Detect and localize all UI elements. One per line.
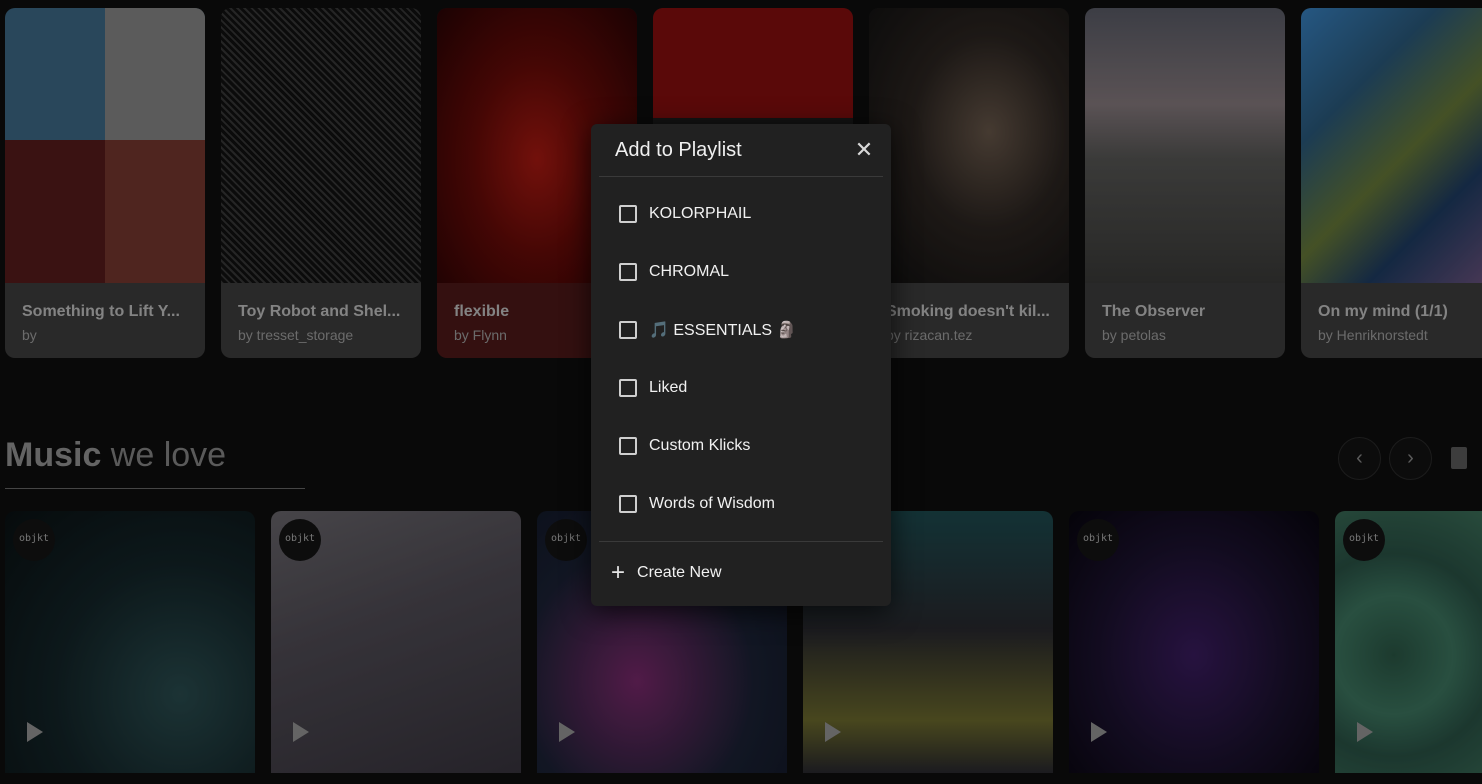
checkbox[interactable] [619, 437, 637, 455]
playlist-option[interactable]: Custom Klicks [619, 434, 750, 458]
playlist-label: Words of Wisdom [649, 495, 775, 512]
playlist-label: 🎵 ESSENTIALS 🗿 [649, 322, 797, 339]
playlist-label: CHROMAL [649, 263, 730, 280]
create-new-button[interactable]: + Create New [611, 561, 722, 585]
plus-icon: + [611, 559, 626, 586]
checkbox[interactable] [619, 321, 637, 339]
playlist-label: Custom Klicks [649, 437, 751, 454]
dialog-title: Add to Playlist [615, 139, 742, 161]
playlist-label: Liked [649, 379, 688, 396]
playlist-option[interactable]: Liked [619, 376, 687, 400]
add-to-playlist-dialog: Add to Playlist ✕ KOLORPHAIL CHROMAL 🎵 E… [591, 124, 891, 606]
checkbox[interactable] [619, 205, 637, 223]
checkbox[interactable] [619, 379, 637, 397]
create-new-label: Create New [637, 564, 722, 581]
divider [599, 541, 883, 542]
playlist-option[interactable]: 🎵 ESSENTIALS 🗿 [619, 318, 796, 342]
checkbox[interactable] [619, 495, 637, 513]
playlist-option[interactable]: CHROMAL [619, 260, 729, 284]
playlist-option[interactable]: Words of Wisdom [619, 492, 775, 516]
divider [599, 176, 883, 177]
checkbox[interactable] [619, 263, 637, 281]
playlist-option[interactable]: KOLORPHAIL [619, 202, 751, 226]
playlist-label: KOLORPHAIL [649, 205, 752, 222]
close-icon[interactable]: ✕ [853, 139, 875, 162]
